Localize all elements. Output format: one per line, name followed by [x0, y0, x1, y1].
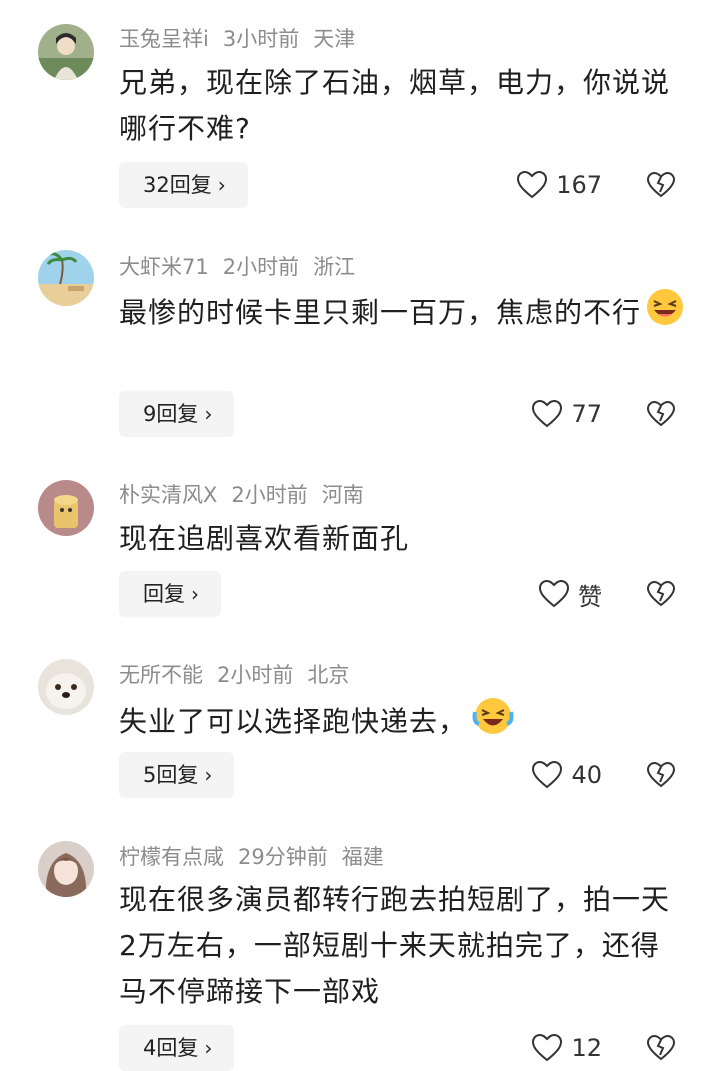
- chevron-right-icon: ›: [204, 1036, 213, 1060]
- avatar[interactable]: [38, 841, 94, 897]
- comment-text: 现在很多演员都转行跑去拍短剧了，拍一天2万左右，一部短剧十来天就拍完了，还得马不…: [119, 883, 671, 1008]
- location: 福建: [341, 845, 384, 869]
- comment-meta: 柠檬有点咸 29分钟前 福建: [119, 844, 398, 870]
- dislike-button[interactable]: [646, 1025, 676, 1071]
- like-button[interactable]: 12: [531, 1025, 602, 1071]
- heart-icon: [532, 1033, 563, 1062]
- username[interactable]: 柠檬有点咸: [119, 845, 224, 869]
- comment-item: 柠檬有点咸 29分钟前 福建 现在很多演员都转行跑去拍短剧了，拍一天2万左右，一部短…: [0, 0, 720, 1071]
- reply-button[interactable]: 4回复 ›: [119, 1025, 235, 1071]
- broken-heart-icon: [646, 1034, 676, 1061]
- like-count: 12: [571, 1034, 602, 1062]
- reply-label: 4回复: [143, 1036, 199, 1060]
- timestamp: 29分钟前: [238, 845, 328, 869]
